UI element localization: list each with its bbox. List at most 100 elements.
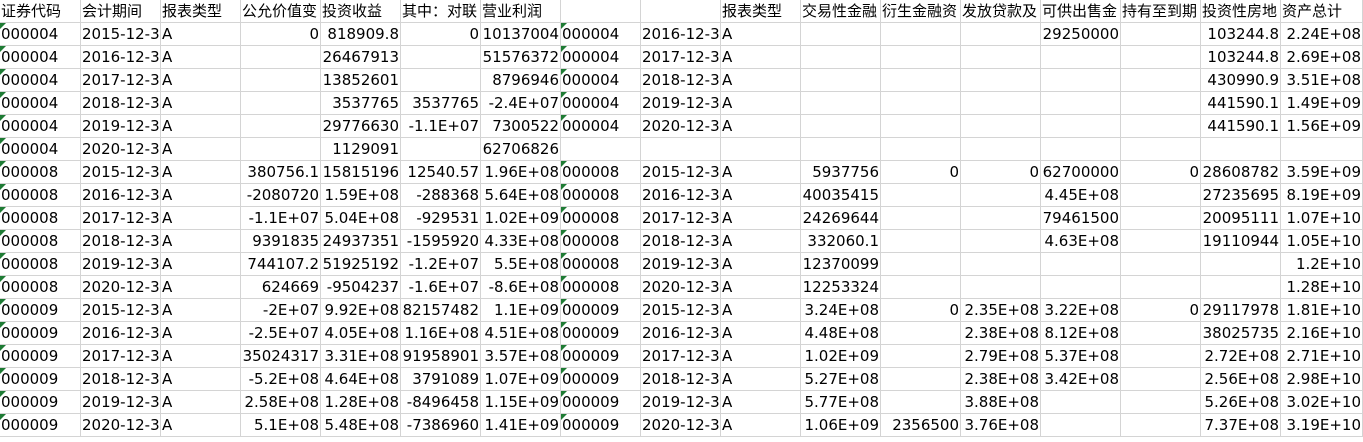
- table-cell[interactable]: [961, 230, 1041, 253]
- table-cell[interactable]: 000009: [561, 345, 641, 368]
- table-cell[interactable]: 29117978: [1201, 299, 1281, 322]
- table-cell[interactable]: A: [161, 253, 241, 276]
- table-cell[interactable]: 15815196: [321, 161, 401, 184]
- table-cell[interactable]: 000009: [0, 391, 81, 414]
- table-cell[interactable]: 000008: [561, 184, 641, 207]
- table-cell[interactable]: A: [721, 184, 801, 207]
- table-cell[interactable]: 1.96E+08: [481, 161, 561, 184]
- table-cell[interactable]: 2017-12-31: [81, 207, 161, 230]
- table-cell[interactable]: 79461500: [1041, 207, 1121, 230]
- table-cell[interactable]: 000009: [0, 322, 81, 345]
- table-cell[interactable]: 2018-12-31: [641, 230, 721, 253]
- table-cell[interactable]: 7300522: [481, 115, 561, 138]
- table-cell[interactable]: [241, 115, 321, 138]
- header-cell[interactable]: 报表类型: [161, 0, 241, 23]
- table-cell[interactable]: [1121, 230, 1201, 253]
- table-cell[interactable]: 000008: [561, 276, 641, 299]
- table-cell[interactable]: 24937351: [321, 230, 401, 253]
- table-cell[interactable]: 5.26E+08: [1201, 391, 1281, 414]
- table-cell[interactable]: A: [721, 322, 801, 345]
- table-cell[interactable]: 40035415: [801, 184, 881, 207]
- table-cell[interactable]: 5.37E+08: [1041, 345, 1121, 368]
- header-cell[interactable]: [561, 0, 641, 23]
- table-cell[interactable]: [1121, 368, 1201, 391]
- table-cell[interactable]: 2020-12-31: [81, 276, 161, 299]
- table-cell[interactable]: A: [721, 391, 801, 414]
- table-cell[interactable]: 2.98E+10: [1281, 368, 1363, 391]
- table-cell[interactable]: 4.05E+08: [321, 322, 401, 345]
- table-cell[interactable]: [1201, 276, 1281, 299]
- header-cell[interactable]: 投资收益: [321, 0, 401, 23]
- table-cell[interactable]: -2.4E+07: [481, 92, 561, 115]
- table-cell[interactable]: [801, 69, 881, 92]
- table-cell[interactable]: [1201, 138, 1281, 161]
- table-cell[interactable]: 27235695: [1201, 184, 1281, 207]
- header-cell[interactable]: 营业利润: [481, 0, 561, 23]
- table-cell[interactable]: 12370099: [801, 253, 881, 276]
- table-cell[interactable]: [1121, 345, 1201, 368]
- table-cell[interactable]: 62706826: [481, 138, 561, 161]
- table-cell[interactable]: 000004: [561, 69, 641, 92]
- table-cell[interactable]: 5.27E+08: [801, 368, 881, 391]
- table-cell[interactable]: 1129091: [321, 138, 401, 161]
- table-cell[interactable]: [881, 230, 961, 253]
- table-cell[interactable]: A: [721, 207, 801, 230]
- table-cell[interactable]: 2.69E+08: [1281, 46, 1363, 69]
- table-cell[interactable]: 2017-12-31: [641, 207, 721, 230]
- table-cell[interactable]: A: [721, 368, 801, 391]
- table-cell[interactable]: 000008: [0, 253, 81, 276]
- table-cell[interactable]: 5937756: [801, 161, 881, 184]
- table-cell[interactable]: [801, 115, 881, 138]
- table-cell[interactable]: 3537765: [321, 92, 401, 115]
- table-cell[interactable]: -288368: [401, 184, 481, 207]
- header-cell[interactable]: 发放贷款及: [961, 0, 1041, 23]
- table-cell[interactable]: 1.15E+09: [481, 391, 561, 414]
- table-cell[interactable]: 2016-12-31: [641, 322, 721, 345]
- table-cell[interactable]: A: [721, 161, 801, 184]
- table-cell[interactable]: 3.76E+08: [961, 414, 1041, 437]
- table-cell[interactable]: [1121, 138, 1201, 161]
- table-cell[interactable]: [401, 138, 481, 161]
- table-cell[interactable]: 103244.8: [1201, 23, 1281, 46]
- table-cell[interactable]: A: [721, 23, 801, 46]
- table-cell[interactable]: 2.56E+08: [1201, 368, 1281, 391]
- header-cell[interactable]: 证券代码: [0, 0, 81, 23]
- header-cell[interactable]: 衍生金融资: [881, 0, 961, 23]
- table-cell[interactable]: A: [161, 368, 241, 391]
- table-cell[interactable]: -1.1E+07: [401, 115, 481, 138]
- table-cell[interactable]: 624669: [241, 276, 321, 299]
- table-cell[interactable]: 103244.8: [1201, 46, 1281, 69]
- table-cell[interactable]: 3.31E+08: [321, 345, 401, 368]
- table-cell[interactable]: 35024317: [241, 345, 321, 368]
- table-cell[interactable]: [881, 115, 961, 138]
- table-cell[interactable]: 2015-12-31: [641, 299, 721, 322]
- table-cell[interactable]: 2019-12-31: [81, 253, 161, 276]
- header-cell[interactable]: 其中：对联: [401, 0, 481, 23]
- table-cell[interactable]: 000004: [0, 46, 81, 69]
- table-cell[interactable]: -7386960: [401, 414, 481, 437]
- table-cell[interactable]: -1595920: [401, 230, 481, 253]
- table-cell[interactable]: 5.1E+08: [241, 414, 321, 437]
- table-cell[interactable]: -1.1E+07: [241, 207, 321, 230]
- table-cell[interactable]: [1041, 253, 1121, 276]
- table-cell[interactable]: [881, 368, 961, 391]
- table-cell[interactable]: 2018-12-31: [81, 368, 161, 391]
- table-cell[interactable]: 2.38E+08: [961, 322, 1041, 345]
- table-cell[interactable]: -1.6E+07: [401, 276, 481, 299]
- table-cell[interactable]: 28608782: [1201, 161, 1281, 184]
- table-cell[interactable]: A: [161, 138, 241, 161]
- table-cell[interactable]: 3791089: [401, 368, 481, 391]
- table-cell[interactable]: 2016-12-31: [81, 184, 161, 207]
- table-cell[interactable]: [1121, 69, 1201, 92]
- table-cell[interactable]: A: [161, 161, 241, 184]
- table-cell[interactable]: 000009: [561, 414, 641, 437]
- table-cell[interactable]: [401, 46, 481, 69]
- table-cell[interactable]: [1041, 391, 1121, 414]
- table-cell[interactable]: 000004: [0, 69, 81, 92]
- table-cell[interactable]: [1041, 276, 1121, 299]
- table-cell[interactable]: [881, 253, 961, 276]
- table-cell[interactable]: [961, 23, 1041, 46]
- table-cell[interactable]: 3.19E+10: [1281, 414, 1363, 437]
- table-cell[interactable]: 3.51E+08: [1281, 69, 1363, 92]
- table-cell[interactable]: [881, 322, 961, 345]
